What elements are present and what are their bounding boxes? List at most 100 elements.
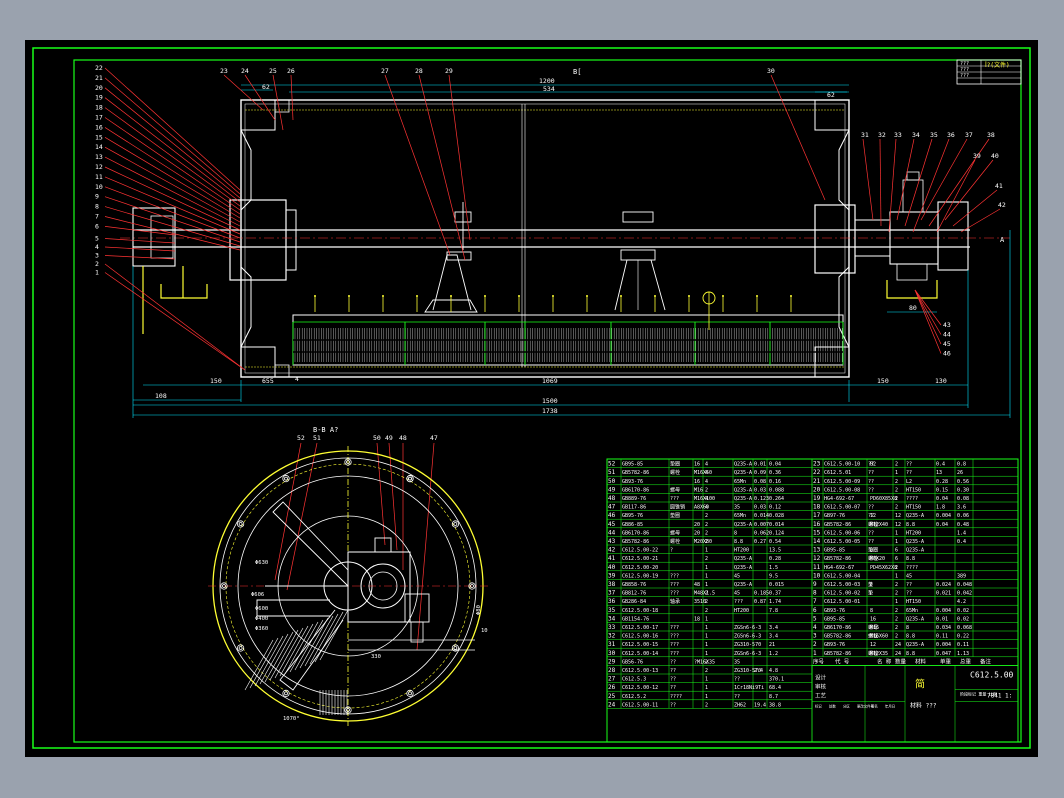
bom-cell: 0.4: [936, 462, 945, 468]
bom-cell: 0.54: [769, 539, 781, 545]
bom-cell: 4: [813, 624, 817, 631]
bom-cell: C612.5.00-19: [622, 573, 658, 579]
bom-cell: C612.5.00-20: [622, 565, 658, 571]
callout-43: 43: [943, 321, 951, 329]
bom-cell: 1.74: [769, 599, 781, 605]
dim-left-62: 62: [262, 83, 270, 91]
bom-cell: 10: [813, 572, 821, 579]
bom-cell: ???: [670, 496, 679, 502]
bom-cell: GB95-76: [622, 513, 643, 519]
bom-cell: GB5782-86: [824, 522, 851, 528]
bom-cell: 圆锥销: [670, 504, 685, 511]
bom-cell: 1Cr18Ni9Ti: [734, 685, 764, 691]
bom-cell: C612.5.00-16: [622, 634, 658, 640]
bom-cell: C612.5.00-01: [824, 599, 860, 605]
bom-cell: 0.062: [754, 530, 769, 536]
bom-cell: Ⅰ: [870, 591, 871, 597]
callout-42: 42: [998, 201, 1006, 209]
bom-cell: ??: [670, 668, 676, 674]
bom-cell: ??: [868, 487, 874, 493]
bom-cell: 38.8: [769, 702, 781, 708]
bom-cell: GB6170-86: [622, 530, 649, 536]
callout-39: 39: [973, 152, 981, 160]
bom-cell: 0.014: [769, 522, 784, 528]
bom-cell: ??: [670, 677, 676, 683]
bom-cell: 2: [895, 582, 898, 588]
bom-cell: 5: [813, 615, 817, 622]
bom-cell: 48: [694, 582, 700, 588]
bom-cell: GB6170-86: [622, 487, 649, 493]
bom-cell: 0.015: [769, 582, 784, 588]
bom-header-cell: 总重: [960, 657, 972, 665]
callout-16: 16: [95, 123, 103, 131]
bom-cell: 12: [813, 555, 821, 562]
bom-cell: 0.56: [957, 479, 969, 485]
callout-29: 29: [445, 67, 453, 75]
bom-cell: 16: [694, 479, 700, 485]
bom-cell: Q235-A: [734, 565, 752, 571]
bom-cell: 0.30: [957, 487, 969, 493]
bom-cell: 3.4: [769, 634, 778, 640]
bom-cell: GB889-76: [622, 496, 646, 502]
callout-33: 33: [894, 131, 902, 139]
bom-cell: 12: [895, 522, 901, 528]
bom-cell: 389: [957, 573, 966, 579]
bom-cell: C612.5.00-09: [824, 479, 860, 485]
dim-4: 4: [295, 375, 299, 383]
bom-cell: 2: [705, 530, 708, 536]
bom-cell: C612.5.00-11: [622, 702, 658, 708]
bom-cell: GB812-76: [622, 591, 646, 597]
bom-cell: 12: [870, 642, 876, 648]
bom-cell: 0.028: [769, 513, 784, 519]
bom-cell: C612.5.00-08: [824, 487, 860, 493]
bom-cell: 47: [608, 504, 616, 511]
bom-cell: 2: [895, 616, 898, 622]
bom-cell: 8: [906, 625, 909, 631]
callout-12: 12: [95, 163, 103, 171]
bom-cell: 0.048: [957, 582, 972, 588]
bom-cell: ???: [670, 625, 679, 631]
bom-cell: GB95-85: [824, 548, 845, 554]
bom-cell: C612.5.00-07: [824, 505, 860, 511]
bom-cell: 48: [608, 495, 616, 502]
bom-cell: 0.09: [754, 470, 766, 476]
bom-cell: 0.04: [769, 462, 781, 468]
bom-cell: 3.6: [957, 505, 966, 511]
bom-cell: 0.124: [769, 530, 784, 536]
dim-10: 10: [481, 628, 488, 634]
callout-23: 23: [220, 67, 228, 75]
bom-cell: 68.4: [769, 685, 781, 691]
bom-cell: 0.22: [957, 634, 969, 640]
bom-cell: 43: [608, 538, 616, 545]
callout-1: 1: [95, 269, 99, 277]
bom-header-cell: 序号: [813, 657, 825, 665]
bom-cell: M16: [870, 625, 879, 631]
callout-3: 3: [95, 252, 99, 260]
dim-phi400: Φ400: [255, 616, 268, 622]
bom-cell: 51: [608, 469, 616, 476]
bom-cell: 2: [895, 625, 898, 631]
callout-7: 7: [95, 213, 99, 221]
bom-cell: 6: [895, 548, 898, 554]
corner-stamp: ꟾ?(文件): [985, 61, 1010, 69]
bom-cell: 2: [705, 513, 708, 519]
bom-cell: ??: [868, 479, 874, 485]
bom-cell: 0.15: [936, 487, 948, 493]
bom-cell: 17: [813, 512, 821, 519]
bom-cell: 0.007: [754, 522, 769, 528]
revision-col-1: 处数: [829, 703, 836, 708]
bom-cell: 0.02: [957, 616, 969, 622]
dim-1500: 1500: [542, 397, 558, 405]
callout-45: 45: [943, 340, 951, 348]
dim-108: 108: [155, 392, 167, 400]
callout-18: 18: [95, 104, 103, 112]
dim-130: 130: [935, 377, 947, 385]
bom-header-cell: 代 号: [835, 657, 850, 665]
callout-24: 24: [241, 67, 249, 75]
bom-cell: 1: [705, 625, 708, 631]
bom-cell: 螺母: [670, 486, 680, 493]
bom-cell: ??: [906, 591, 912, 597]
callout-51: 51: [313, 434, 321, 442]
bom-cell: 2: [895, 634, 898, 640]
bom-cell: 0.004: [936, 513, 951, 519]
